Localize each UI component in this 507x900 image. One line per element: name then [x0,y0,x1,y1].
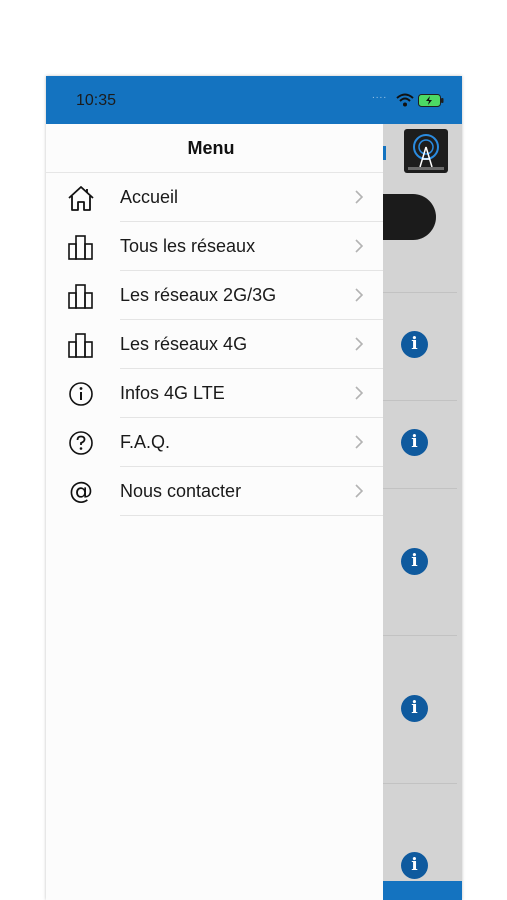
tab-bar-fragment [383,881,462,900]
question-circle-icon [69,431,93,455]
info-icon[interactable]: i [401,429,428,456]
buildings-icon [68,333,93,358]
row-divider [120,515,383,516]
menu-title: Menu [187,138,235,158]
menu-label: Nous contacter [120,481,242,501]
home-icon [68,186,94,211]
chevron-right-icon [355,239,364,253]
status-bar: 10:35 .... [46,76,462,124]
menu-item-infos-4g-lte[interactable]: Infos 4G LTE [46,369,383,418]
menu-label: Les réseaux 4G [120,334,248,354]
row-divider [383,783,457,784]
phone-screen: 10:35 .... i i i i i Menu Accueil Tous l… [46,76,462,900]
menu-item-reseaux-2g-3g[interactable]: Les réseaux 2G/3G [46,271,383,320]
menu-item-accueil[interactable]: Accueil [46,173,383,222]
chevron-right-icon [355,337,364,351]
battery-icon [418,94,444,107]
menu-label: Accueil [120,187,179,207]
row-divider [383,400,457,401]
wifi-icon [396,93,414,107]
menu-item-faq[interactable]: F.A.Q. [46,418,383,467]
row-divider [383,635,457,636]
menu-label: Tous les réseaux [120,236,256,256]
menu-item-tous-les-reseaux[interactable]: Tous les réseaux [46,222,383,271]
chevron-right-icon [355,190,364,204]
info-icon[interactable]: i [401,695,428,722]
menu-list: Accueil Tous les réseaux Les réseaux 2G/… [46,173,383,516]
buildings-icon [68,284,93,309]
app-logo[interactable] [404,129,448,173]
row-divider [383,292,457,293]
menu-label: F.A.Q. [120,432,171,452]
info-icon[interactable]: i [401,852,428,879]
chevron-right-icon [355,484,364,498]
antenna-logo-icon [408,134,444,170]
info-icon[interactable]: i [401,548,428,575]
side-menu-drawer: Menu Accueil Tous les réseaux Les réseau… [46,124,383,900]
chevron-right-icon [355,386,364,400]
menu-item-reseaux-4g[interactable]: Les réseaux 4G [46,320,383,369]
chevron-right-icon [355,435,364,449]
info-icon[interactable]: i [401,331,428,358]
menu-label: Infos 4G LTE [120,383,225,403]
signal-dots-icon: .... [372,90,388,101]
buildings-icon [68,235,93,260]
menu-item-nous-contacter[interactable]: @ Nous contacter [46,467,383,516]
chevron-right-icon [355,288,364,302]
status-time: 10:35 [76,92,117,109]
at-sign-icon: @ [69,477,93,505]
row-divider [383,488,457,489]
info-circle-icon [69,382,93,406]
menu-label: Les réseaux 2G/3G [120,285,277,305]
